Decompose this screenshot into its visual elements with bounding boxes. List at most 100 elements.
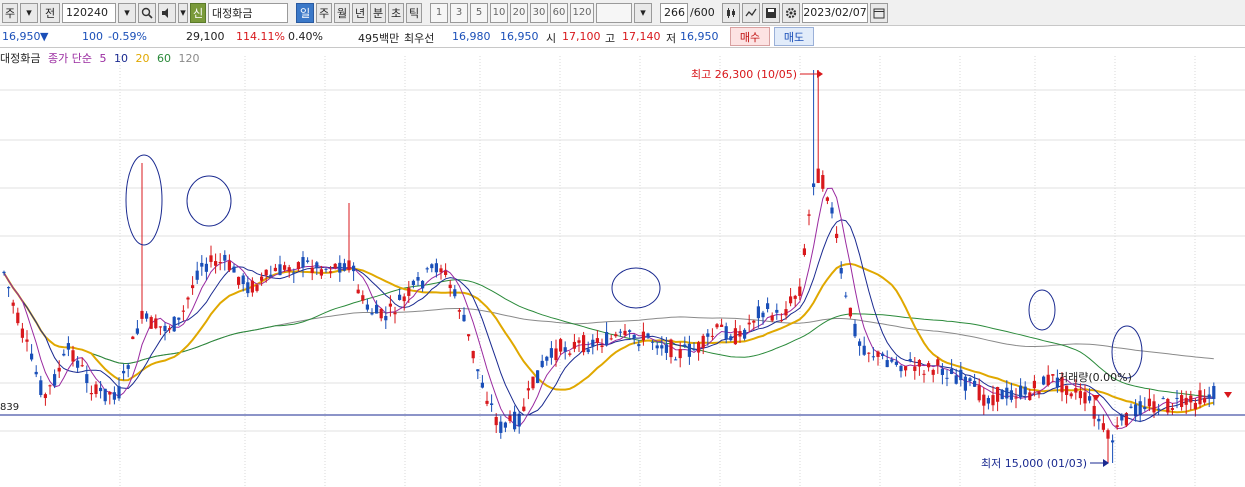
interval-60[interactable]: 60: [550, 2, 568, 23]
legend-ma5: 5: [99, 52, 107, 65]
candle-body: [1184, 397, 1188, 405]
candle-body: [894, 361, 898, 365]
candle-body: [830, 207, 834, 214]
candle-body: [724, 326, 728, 340]
buy-button[interactable]: 매수: [730, 27, 770, 46]
drawn-circle[interactable]: [125, 154, 163, 246]
candle-body: [62, 353, 66, 356]
candle-body: [1097, 418, 1101, 422]
interval-dropdown-icon[interactable]: ▾: [634, 2, 652, 23]
date-input[interactable]: 2023/02/07: [802, 2, 868, 23]
candle-body: [149, 317, 153, 329]
period-month[interactable]: 월: [334, 2, 350, 23]
market-dropdown-icon[interactable]: ▾: [20, 2, 38, 23]
candle-body: [779, 320, 783, 322]
candle-body: [835, 233, 839, 239]
candle-body: [1009, 390, 1013, 400]
sound-icon[interactable]: [158, 2, 176, 23]
period-day[interactable]: 일: [296, 2, 314, 23]
candle-body: [982, 394, 986, 406]
candle-body: [448, 284, 452, 289]
candle-settings-icon[interactable]: [722, 2, 740, 23]
high-arrow-head-icon: [817, 70, 823, 78]
sell-button[interactable]: 매도: [774, 27, 814, 46]
trade-amount: 495백만: [358, 32, 400, 45]
trend-icon[interactable]: [742, 2, 760, 23]
candle-body: [172, 316, 176, 332]
drawn-circle[interactable]: [186, 175, 232, 227]
candle-body: [1161, 398, 1165, 400]
candle-body: [66, 343, 70, 350]
interval-120[interactable]: 120: [570, 2, 594, 23]
candle-body: [968, 378, 972, 381]
low-label: 저: [666, 32, 677, 45]
candle-body: [825, 197, 829, 201]
candle-body: [568, 353, 572, 355]
search-icon[interactable]: [138, 2, 156, 23]
interval-20[interactable]: 20: [510, 2, 528, 23]
new-badge: 신: [190, 2, 206, 23]
moving-average-line: [3, 272, 1214, 365]
candle-body: [1170, 408, 1174, 410]
drawn-circle[interactable]: [611, 267, 661, 309]
candle-body: [324, 268, 328, 270]
candle-body: [517, 413, 521, 427]
period-second[interactable]: 초: [388, 2, 404, 23]
candle-body: [807, 214, 811, 216]
save-icon[interactable]: [762, 2, 780, 23]
calendar-icon[interactable]: [870, 2, 888, 23]
volume: 29,100: [186, 30, 225, 43]
interval-30[interactable]: 30: [530, 2, 548, 23]
interval-10[interactable]: 10: [490, 2, 508, 23]
legend-ma10: 10: [113, 52, 128, 65]
signal-arrow-icon: [1224, 392, 1232, 398]
candle-body: [770, 315, 774, 321]
period-week[interactable]: 주: [316, 2, 332, 23]
candle-body: [269, 274, 273, 277]
gear-icon[interactable]: [782, 2, 800, 23]
candle-body: [701, 335, 705, 348]
prev-button[interactable]: 전: [40, 2, 60, 23]
legend-indicator: 종가 단순: [47, 52, 92, 65]
candle-body: [844, 295, 848, 297]
custom-interval-input[interactable]: [596, 2, 632, 23]
market-selector[interactable]: 주: [2, 2, 18, 23]
candle-body: [991, 395, 995, 406]
candle-body: [255, 285, 259, 291]
candle-body: [802, 248, 806, 256]
period-year[interactable]: 년: [352, 2, 368, 23]
count-input[interactable]: 266: [660, 2, 688, 23]
code-input[interactable]: 120240: [62, 2, 116, 23]
candle-body: [1051, 374, 1055, 376]
candle-body: [577, 340, 581, 343]
interval-3[interactable]: 3: [450, 2, 468, 23]
candle-body: [342, 263, 346, 271]
candle-body: [338, 262, 342, 273]
candle-body: [241, 275, 245, 285]
period-tick[interactable]: 틱: [406, 2, 422, 23]
candle-body: [1065, 385, 1069, 395]
candle-body: [1037, 391, 1041, 394]
sound-dropdown-icon[interactable]: ▾: [178, 2, 188, 23]
candle-body: [393, 312, 397, 315]
interval-5[interactable]: 5: [470, 2, 488, 23]
candle-body: [973, 380, 977, 387]
interval-1[interactable]: 1: [430, 2, 448, 23]
period-minute[interactable]: 분: [370, 2, 386, 23]
candle-body: [494, 416, 498, 426]
candle-body: [7, 287, 11, 289]
candle-body: [1083, 392, 1087, 404]
candle-body: [490, 403, 494, 405]
price-chart[interactable]: 839 최고 26,300 (10/05) 최저 15,000 (01/03) 거래량…: [0, 48, 1245, 487]
candle-body: [246, 282, 250, 294]
candle-body: [499, 421, 503, 433]
candle-body: [747, 322, 751, 325]
candle-body: [1042, 376, 1046, 385]
code-dropdown-icon[interactable]: ▾: [118, 2, 136, 23]
candle-body: [913, 366, 917, 371]
moving-average-line: [3, 187, 1214, 430]
candle-body: [292, 272, 296, 274]
candle-body: [227, 261, 231, 271]
drawn-circle[interactable]: [1028, 289, 1056, 331]
candle-body: [425, 268, 429, 270]
